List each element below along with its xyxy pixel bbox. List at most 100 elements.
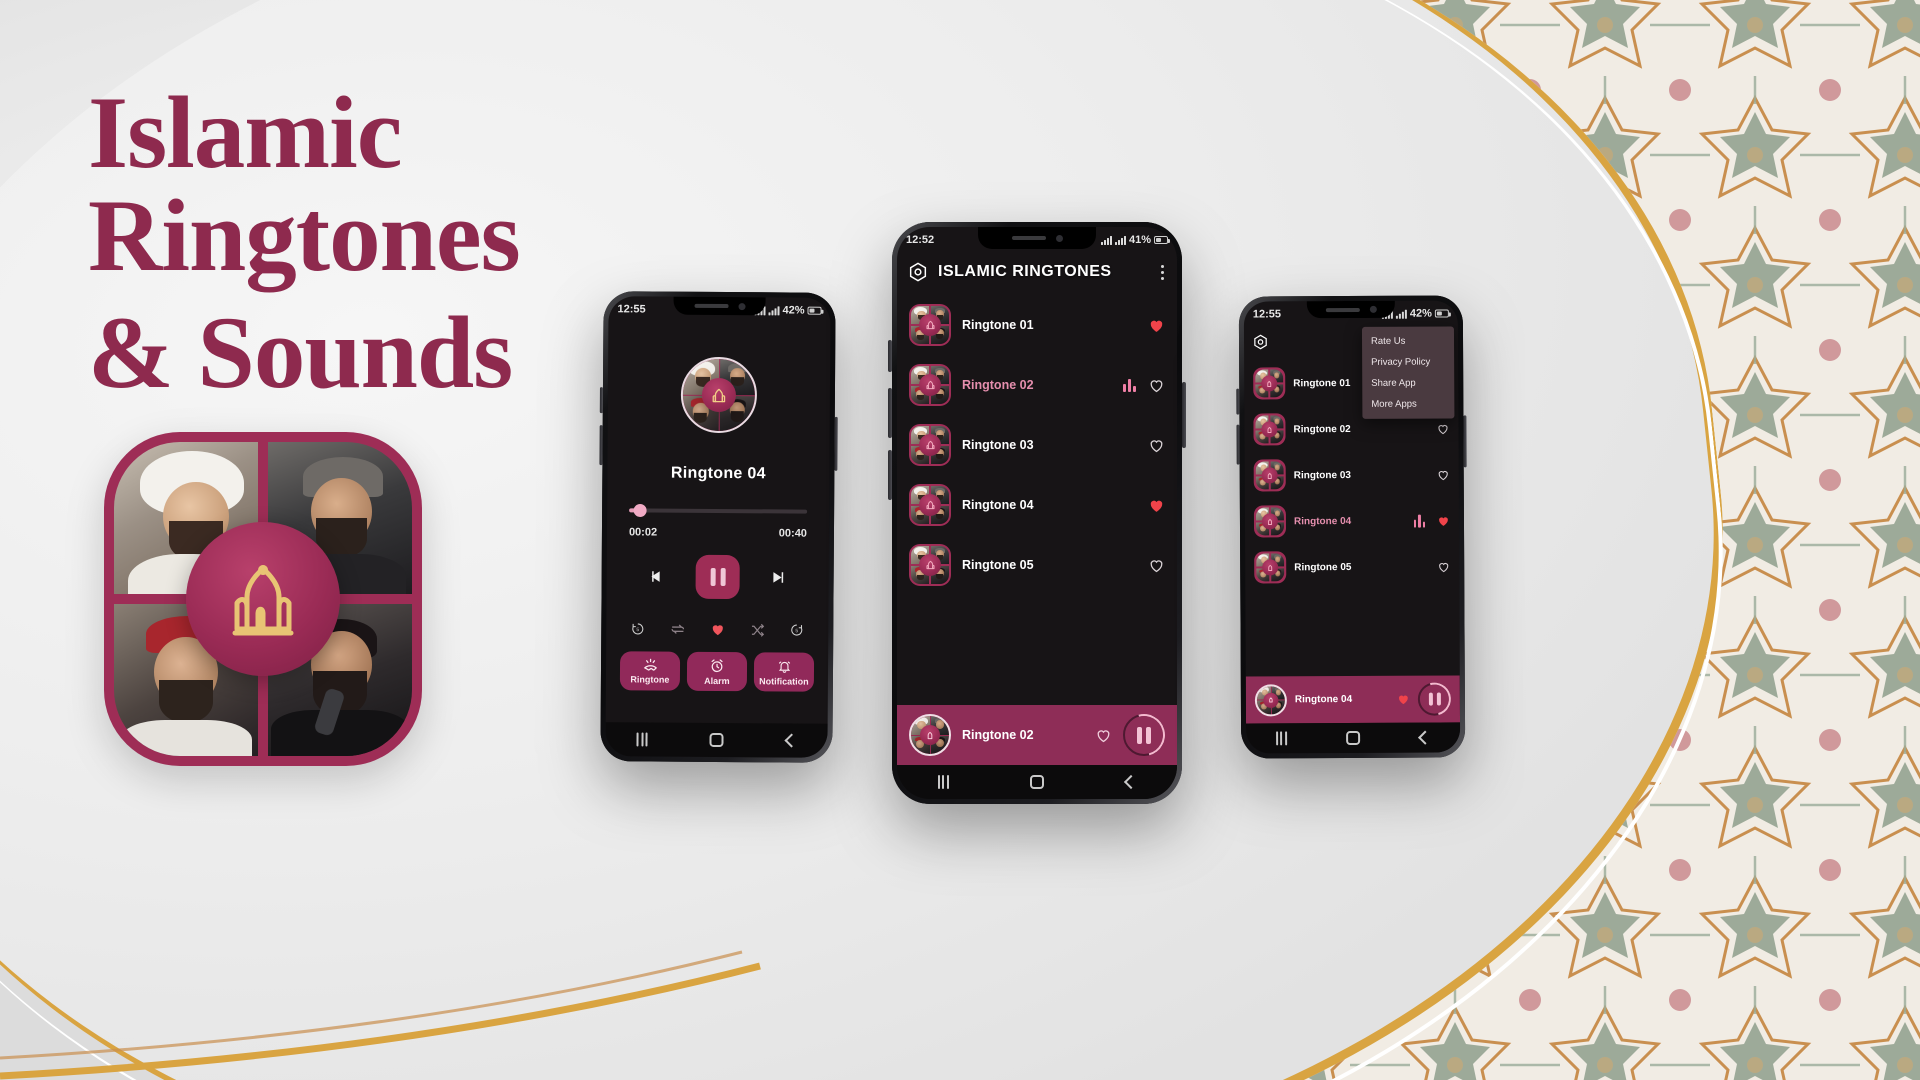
equalizer-playing-icon: [1123, 378, 1136, 392]
signal-bars-icon-2: [768, 305, 780, 315]
duration-time: 00:40: [778, 527, 807, 540]
menu-screen: 12:55 42% Rate Us Privacy Policy Share A…: [1243, 300, 1461, 754]
android-navbar: [605, 722, 828, 758]
mini-player-artwork: [909, 714, 951, 756]
back-icon[interactable]: [1124, 774, 1139, 790]
back-icon[interactable]: [1418, 730, 1433, 745]
list-item[interactable]: Ringtone 05: [1245, 543, 1459, 590]
favorite-heart-icon[interactable]: [1148, 377, 1165, 394]
notch: [1306, 300, 1395, 319]
list-item-title: Ringtone 03: [962, 438, 1034, 452]
favorite-heart-icon[interactable]: [1148, 557, 1165, 574]
list-item-title: Ringtone 04: [962, 498, 1034, 512]
kebab-menu-icon[interactable]: [1158, 262, 1167, 283]
mosque-icon: [1261, 421, 1278, 438]
list-item-title: Ringtone 04: [1293, 515, 1352, 527]
set-alarm-label: Alarm: [704, 675, 730, 687]
recents-icon[interactable]: [636, 732, 648, 747]
now-playing-artwork: [680, 356, 758, 434]
set-alarm-button[interactable]: Alarm: [686, 651, 748, 692]
ringtone-thumbnail: [909, 304, 951, 346]
mosque-icon: [1262, 559, 1279, 576]
back-icon[interactable]: [784, 733, 799, 748]
mosque-icon: [186, 522, 340, 676]
set-ringtone-label: Ringtone: [630, 674, 670, 685]
list-item[interactable]: Ringtone 04: [1245, 497, 1459, 544]
favorite-heart-icon[interactable]: [1437, 514, 1450, 527]
favorite-heart-icon[interactable]: [1148, 317, 1165, 334]
ringtone-thumbnail: [1254, 551, 1287, 584]
shuffle-icon[interactable]: [749, 622, 765, 638]
home-icon[interactable]: [709, 732, 725, 748]
mini-player-play-pause-button[interactable]: [1418, 682, 1451, 715]
favorite-heart-icon[interactable]: [1148, 437, 1165, 454]
heart-filled-icon[interactable]: [710, 622, 725, 637]
list-item[interactable]: Ringtone 05: [897, 535, 1177, 595]
ringtone-thumbnail: [1253, 367, 1286, 400]
home-icon[interactable]: [1030, 775, 1045, 789]
menu-item-privacy-policy[interactable]: Privacy Policy: [1362, 351, 1454, 372]
list-item-title: Ringtone 02: [962, 378, 1034, 392]
list-item[interactable]: Ringtone 01: [897, 295, 1177, 355]
secondary-controls: 5 5: [630, 620, 804, 638]
repeat-icon[interactable]: [669, 621, 686, 638]
phone-mockup-menu: 12:55 42% Rate Us Privacy Policy Share A…: [1236, 295, 1467, 759]
phone-mockup-list: 12:52 41% ISLAMIC RINGTONES Ringtone 01 …: [888, 222, 1186, 804]
mini-player-title: Ringtone 02: [962, 728, 1034, 742]
list-item[interactable]: Ringtone 02: [897, 355, 1177, 415]
menu-item-share-app[interactable]: Share App: [1362, 372, 1454, 393]
transport-controls: [607, 554, 829, 600]
list-item[interactable]: Ringtone 03: [1245, 451, 1459, 498]
set-notification-button[interactable]: Notification: [753, 652, 815, 692]
mosque-icon: [919, 314, 941, 336]
mosque-icon: [919, 434, 941, 456]
home-icon[interactable]: [1346, 730, 1361, 746]
headline-line-1: Islamic Ringtones: [88, 76, 521, 293]
play-pause-button[interactable]: [695, 554, 740, 600]
ringtone-thumbnail: [1253, 459, 1286, 492]
status-time: 12:55: [617, 303, 646, 316]
favorite-heart-icon[interactable]: [1436, 422, 1449, 435]
mosque-icon: [1261, 467, 1278, 484]
previous-track-button[interactable]: [648, 568, 666, 586]
menu-item-more-apps[interactable]: More Apps: [1362, 393, 1454, 414]
set-ringtone-button[interactable]: Ringtone: [619, 651, 681, 691]
notch: [978, 227, 1096, 249]
front-camera: [1055, 234, 1063, 242]
list-item[interactable]: Ringtone 03: [897, 415, 1177, 475]
signal-bars-icon-2: [1395, 309, 1407, 319]
app-icon: [104, 432, 422, 766]
next-track-button[interactable]: [770, 568, 788, 586]
mosque-icon: [919, 554, 941, 576]
favorite-heart-icon[interactable]: [1148, 497, 1165, 514]
greek-key-border-bottom: [0, 950, 761, 1080]
seek-slider[interactable]: [629, 503, 808, 517]
recents-icon[interactable]: [1275, 731, 1287, 746]
mini-player-favorite-icon[interactable]: [1095, 727, 1112, 744]
ringtone-thumbnail: [909, 424, 951, 466]
list-item-title: Ringtone 05: [962, 558, 1034, 572]
list-item[interactable]: Ringtone 04: [897, 475, 1177, 535]
mini-player-favorite-icon[interactable]: [1397, 693, 1410, 706]
mini-player-play-pause-button[interactable]: [1123, 714, 1165, 756]
list-item-title: Ringtone 03: [1293, 469, 1351, 481]
elapsed-time: 00:02: [628, 526, 658, 539]
status-time: 12:55: [1252, 308, 1282, 321]
recents-icon[interactable]: [937, 775, 949, 789]
mini-player-bar: Ringtone 02: [897, 705, 1177, 765]
status-battery-percent: 42%: [782, 304, 805, 317]
seek-thumb[interactable]: [633, 503, 647, 517]
menu-item-rate-us[interactable]: Rate Us: [1362, 330, 1454, 351]
signal-bars-icon: [1100, 235, 1112, 245]
mosque-icon: [1261, 513, 1279, 530]
app-title: ISLAMIC RINGTONES: [938, 263, 1112, 280]
mosque-icon: [919, 494, 941, 516]
mosque-icon: [919, 374, 941, 396]
android-navbar: [1246, 722, 1461, 754]
favorite-heart-icon[interactable]: [1437, 560, 1450, 573]
ringtone-list: Ringtone 01 Ringtone 02 Ringtone 03 Ring…: [897, 293, 1177, 597]
hexagon-ring-icon: [907, 261, 929, 283]
forward-5-icon[interactable]: 5: [789, 623, 804, 638]
favorite-heart-icon[interactable]: [1437, 468, 1450, 481]
replay-5-icon[interactable]: 5: [630, 621, 645, 636]
